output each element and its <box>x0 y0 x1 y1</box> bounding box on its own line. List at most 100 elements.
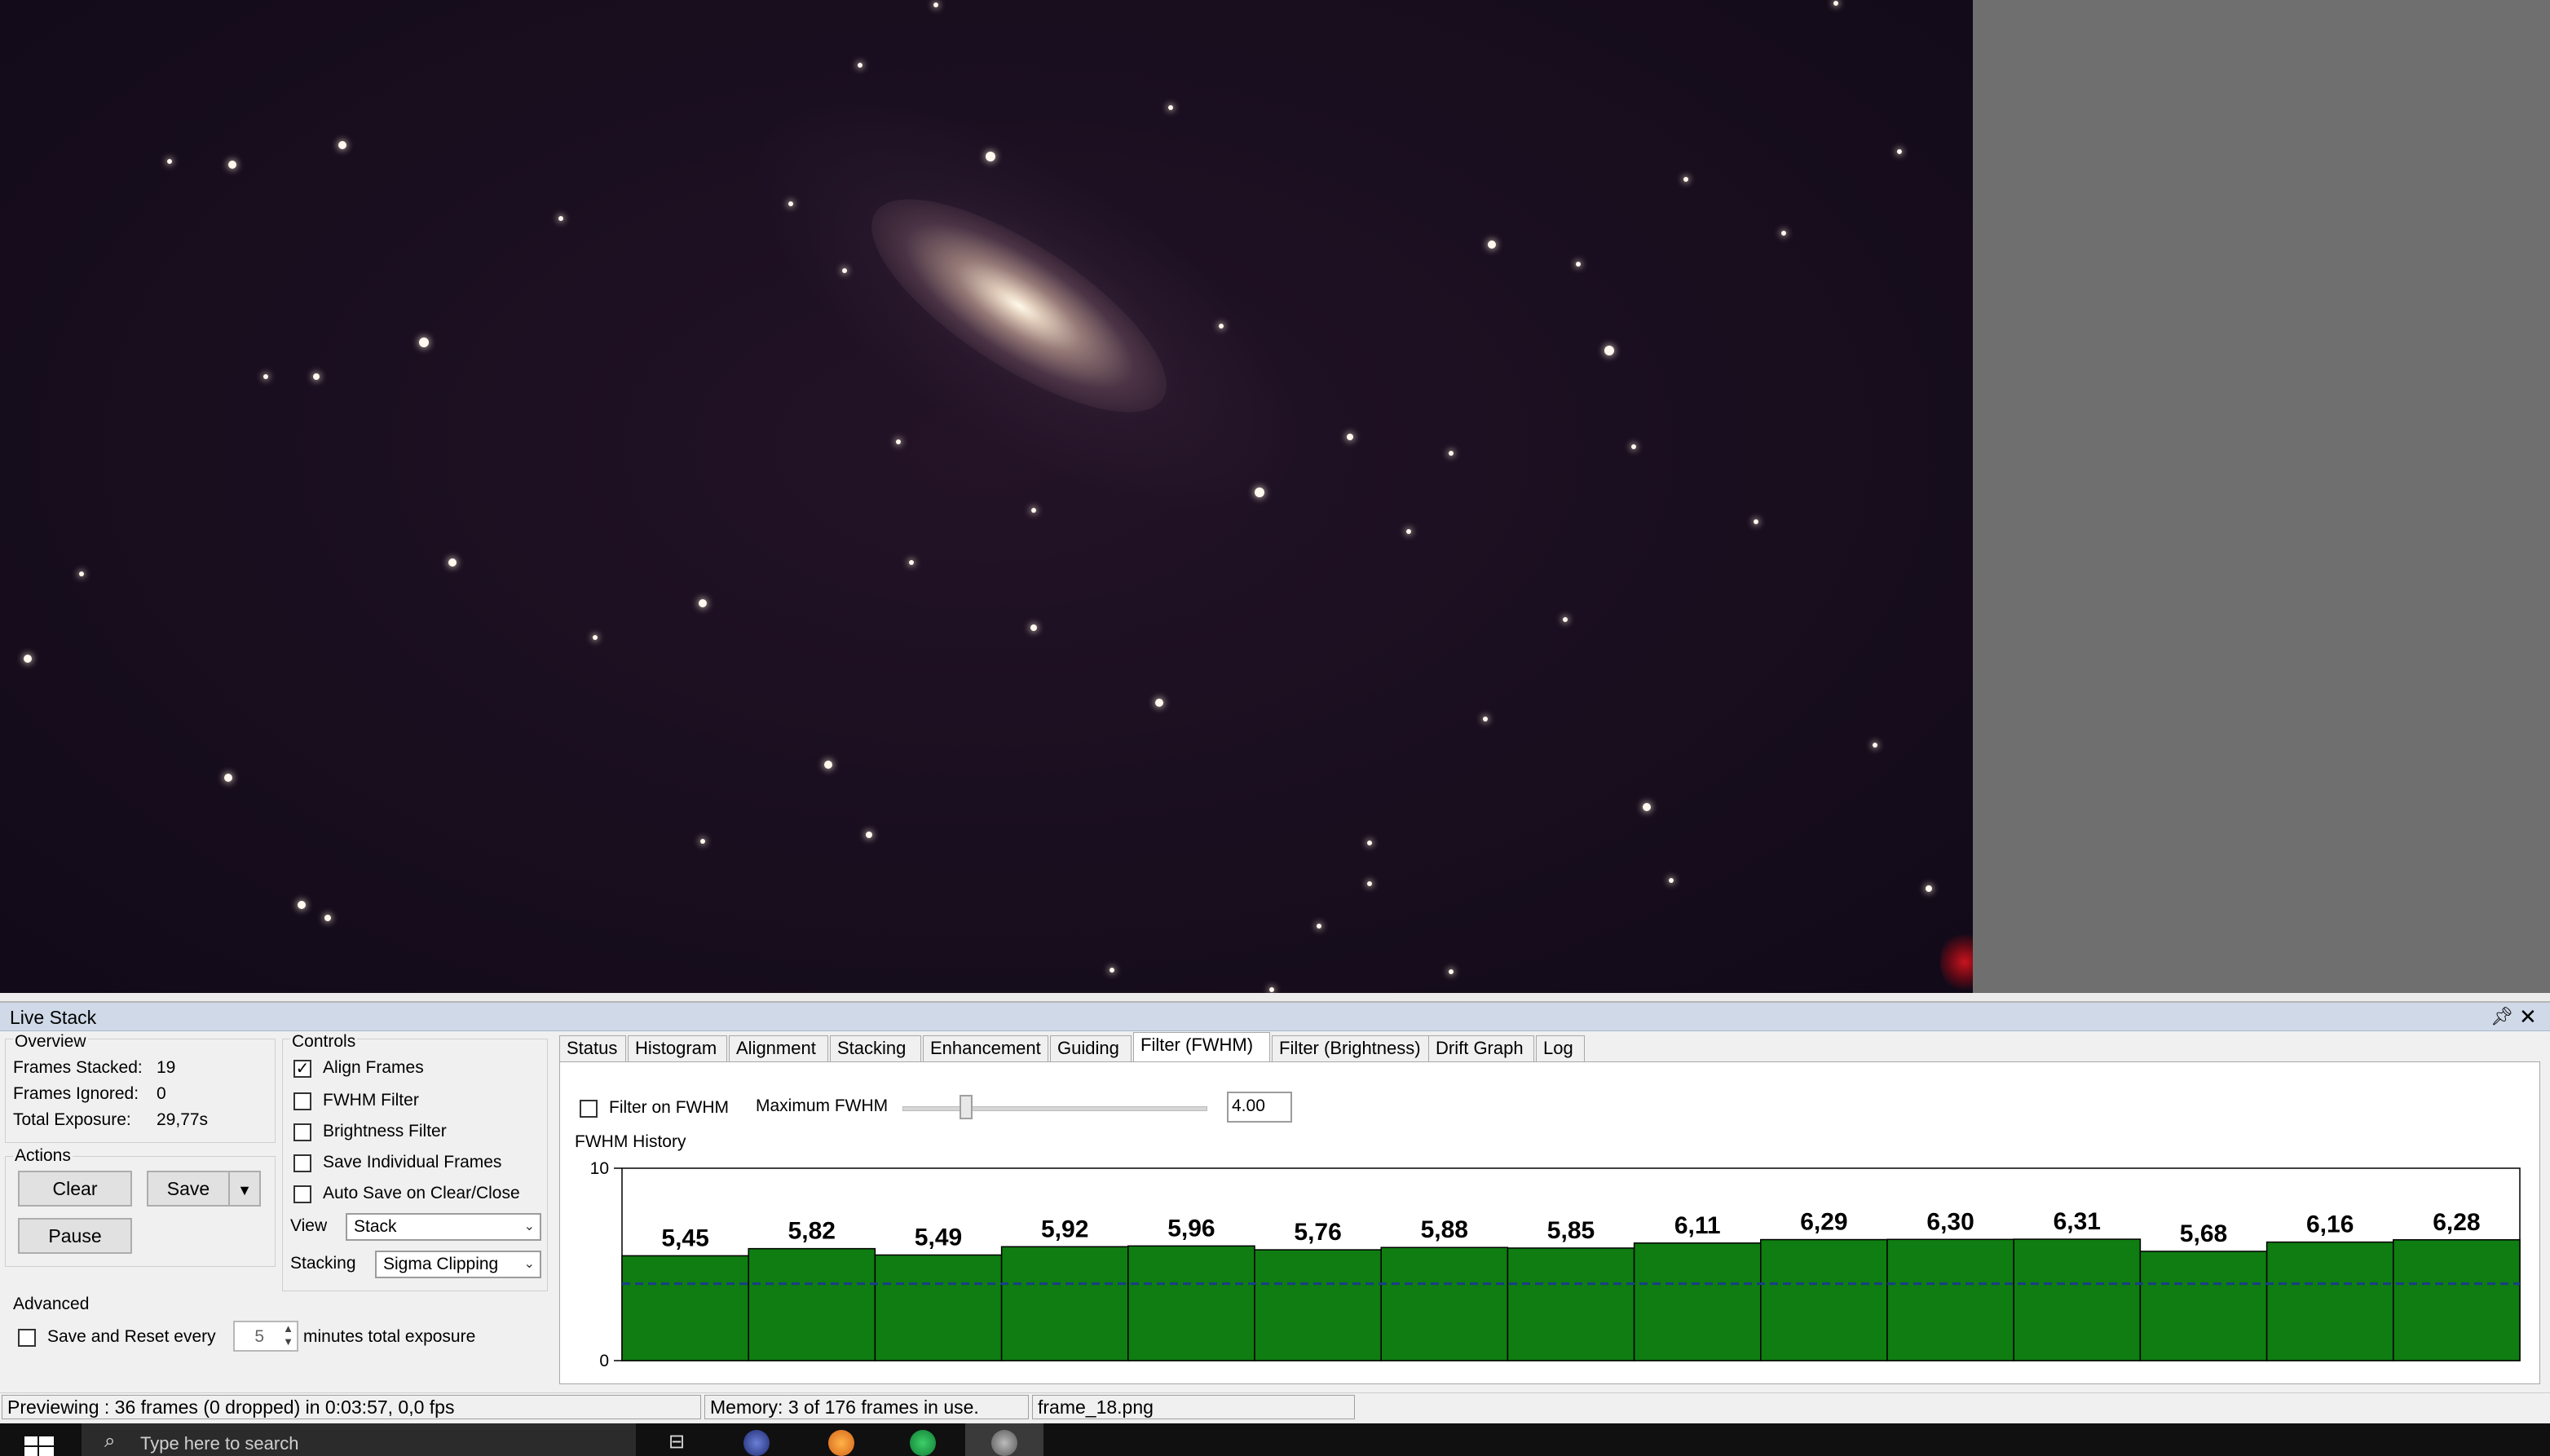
star <box>1168 105 1173 110</box>
star <box>700 839 705 844</box>
taskbar-search[interactable]: ⌕ Type here to search <box>82 1423 636 1456</box>
tab-filter-fwhm[interactable]: Filter (FWHM) <box>1133 1032 1270 1063</box>
star <box>1604 346 1614 355</box>
tab-stacking[interactable]: Stacking <box>830 1035 921 1061</box>
star <box>824 761 832 769</box>
bar-value-label: 6,31 <box>2054 1208 2101 1235</box>
fwhm-bar <box>874 1254 1003 1361</box>
tab-filter-brightness[interactable]: Filter (Brightness) <box>1272 1035 1435 1061</box>
bar-value-label: 5,82 <box>788 1218 836 1245</box>
fwhm-tab-content: Filter on FWHM Maximum FWHM 4.00 FWHM Hi… <box>559 1061 2540 1384</box>
tab-status[interactable]: Status <box>559 1035 626 1061</box>
tab-guiding[interactable]: Guiding <box>1050 1035 1132 1061</box>
minutes-label: minutes total exposure <box>303 1327 476 1346</box>
live-stack-panel: Live Stack 📌︎ ✕ Overview Frames Stacked:… <box>0 1001 2550 1394</box>
panel-title: Live Stack <box>10 1007 97 1028</box>
frames-stacked-label: Frames Stacked: <box>13 1058 143 1077</box>
y-tick-label: 10 <box>590 1159 609 1178</box>
fwhm-bar <box>2013 1238 2142 1361</box>
stacking-label: Stacking <box>290 1254 356 1273</box>
app-icon-stellarium[interactable] <box>743 1430 770 1456</box>
maximum-fwhm-input[interactable]: 4.00 <box>1227 1092 1292 1123</box>
bar-value-label: 5,88 <box>1421 1216 1468 1243</box>
save-button[interactable]: Save <box>147 1171 230 1207</box>
fwhm-slider-thumb[interactable] <box>960 1095 973 1119</box>
actions-heading: Actions <box>13 1146 73 1166</box>
overview-heading: Overview <box>13 1032 88 1052</box>
star <box>1781 231 1786 236</box>
controls-heading: Controls <box>290 1032 358 1052</box>
star <box>1449 451 1454 456</box>
star <box>933 2 938 7</box>
fwhm-bar <box>748 1247 876 1361</box>
fwhm-slider-track[interactable] <box>902 1106 1207 1111</box>
tab-histogram[interactable]: Histogram <box>628 1035 727 1061</box>
frames-stacked-value: 19 <box>157 1058 176 1077</box>
save-reset-checkbox[interactable] <box>18 1329 36 1347</box>
save-reset-value: 5 <box>254 1327 264 1346</box>
view-select[interactable]: Stack ⌄ <box>346 1213 541 1241</box>
fwhm-bar <box>621 1255 749 1361</box>
auto-save-checkbox[interactable] <box>293 1185 311 1203</box>
star <box>1643 803 1651 811</box>
pause-button[interactable]: Pause <box>18 1218 132 1254</box>
app-icon-blender[interactable] <box>828 1430 854 1456</box>
bar-value-label: 6,11 <box>1674 1212 1721 1239</box>
brightness-filter-checkbox[interactable] <box>293 1123 311 1141</box>
fwhm-filter-label: FWHM Filter <box>323 1091 419 1110</box>
bar-value-label: 5,68 <box>2180 1220 2227 1247</box>
star <box>298 901 306 909</box>
image-viewer[interactable] <box>0 0 1973 993</box>
task-view-icon[interactable]: ⊟ <box>668 1430 685 1454</box>
star <box>1317 924 1321 929</box>
star <box>1449 969 1454 974</box>
align-frames-checkbox[interactable]: ✓ <box>293 1060 311 1078</box>
bar-value-label: 5,92 <box>1041 1216 1088 1242</box>
tab-alignment[interactable]: Alignment <box>729 1035 828 1061</box>
star <box>1255 488 1264 497</box>
view-label: View <box>290 1216 328 1235</box>
stepper-arrows-icon[interactable]: ▲ ▼ <box>283 1322 293 1348</box>
search-icon: ⌕ <box>104 1430 116 1452</box>
view-select-value: Stack <box>354 1217 397 1236</box>
save-individual-label: Save Individual Frames <box>323 1153 502 1171</box>
stacking-select[interactable]: Sigma Clipping ⌄ <box>375 1251 541 1278</box>
fwhm-bar <box>1760 1238 1888 1361</box>
tab-drift-graph[interactable]: Drift Graph <box>1428 1035 1534 1061</box>
star <box>324 915 331 921</box>
save-dropdown-button[interactable]: ▼ <box>228 1171 261 1207</box>
fwhm-bar <box>1000 1246 1129 1361</box>
save-individual-checkbox[interactable] <box>293 1154 311 1172</box>
star <box>1563 617 1568 622</box>
bar-value-label: 5,85 <box>1547 1217 1595 1244</box>
star <box>1488 240 1496 249</box>
star <box>419 338 429 347</box>
star <box>1833 1 1838 6</box>
star <box>1483 717 1488 721</box>
star <box>228 161 236 169</box>
clear-button[interactable]: Clear <box>18 1171 132 1207</box>
star <box>593 635 598 640</box>
bar-value-label: 6,16 <box>2306 1211 2354 1238</box>
filter-on-fwhm-label: Filter on FWHM <box>609 1098 729 1117</box>
star <box>1110 968 1114 973</box>
total-exposure-label: Total Exposure: <box>13 1110 131 1129</box>
maximum-fwhm-label: Maximum FWHM <box>756 1096 889 1115</box>
viewer-background <box>1973 0 2550 993</box>
bar-value-label: 6,28 <box>2433 1209 2480 1236</box>
align-frames-label: Align Frames <box>323 1058 424 1077</box>
fwhm-filter-checkbox[interactable] <box>293 1092 311 1110</box>
fwhm-bar <box>1380 1246 1509 1361</box>
save-reset-stepper[interactable]: 5 ▲ ▼ <box>233 1321 298 1352</box>
pin-icon[interactable]: 📌︎ <box>2490 1006 2513 1027</box>
star <box>263 374 268 379</box>
filter-on-fwhm-checkbox[interactable] <box>580 1100 598 1118</box>
windows-start-icon[interactable] <box>24 1436 54 1456</box>
app-icon-green[interactable] <box>910 1430 936 1456</box>
star <box>1030 624 1037 631</box>
stacking-select-value: Sigma Clipping <box>383 1255 499 1273</box>
close-icon[interactable]: ✕ <box>2519 1004 2537 1030</box>
tab-enhancement[interactable]: Enhancement <box>923 1035 1048 1061</box>
tab-log[interactable]: Log <box>1536 1035 1585 1061</box>
app-icon-active[interactable] <box>965 1423 1043 1456</box>
